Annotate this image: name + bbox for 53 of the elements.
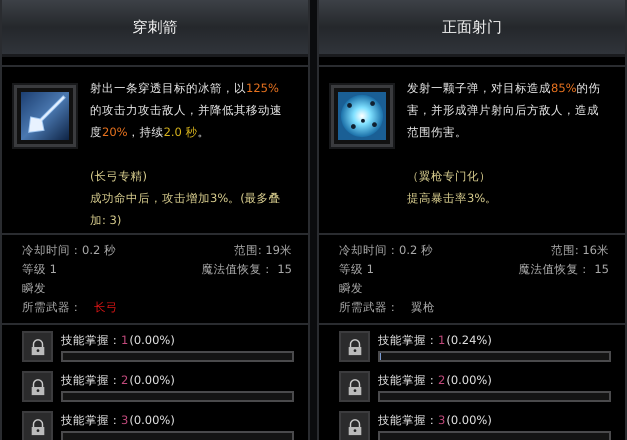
specialization-title: (长弓专精) — [90, 168, 148, 185]
range-text: 范围: 19米 — [234, 242, 292, 259]
mastery-rank: 3 — [438, 413, 446, 427]
mastery-percent: (0.00%) — [446, 373, 492, 387]
mastery-percent: (0.00%) — [129, 413, 175, 427]
specialization-effect: 成功命中后，攻击增加3%。(最多叠加: 3) — [90, 190, 282, 229]
skill-description: 发射一颗子弹，对目标造成85%的伤害，并形成弹片射向后方敌人，造成范围伤害。 — [407, 80, 601, 141]
level-text: 等级 1 — [22, 261, 57, 278]
mastery-rank: 3 — [121, 413, 128, 427]
mastery-label: 技能掌握： — [378, 413, 438, 427]
mana-regen-text: 魔法值恢复： 15 — [202, 261, 292, 278]
padlock-icon — [28, 338, 46, 356]
burst-icon — [338, 92, 386, 140]
weapon-label: 所需武器： — [22, 299, 82, 316]
specialization-title: （翼枪专门化） — [407, 168, 492, 185]
required-weapon: 翼枪 — [411, 299, 435, 316]
lock-button[interactable] — [22, 371, 53, 402]
lock-button[interactable] — [22, 331, 53, 362]
padlock-icon — [346, 418, 364, 436]
padlock-icon — [346, 338, 364, 356]
mastery-rank: 2 — [121, 373, 128, 387]
lock-button[interactable] — [339, 371, 370, 402]
mastery-label: 技能掌握： — [61, 333, 121, 347]
cooldown-text: 冷却时间：0.2 秒 — [22, 242, 116, 259]
weapon-label: 所需武器： — [339, 299, 399, 316]
mastery-label: 技能掌握： — [61, 373, 121, 387]
lock-button[interactable] — [339, 411, 370, 440]
padlock-icon — [346, 378, 364, 396]
mastery-percent: (0.24%) — [446, 333, 492, 347]
cast-type-text: 瞬发 — [339, 280, 363, 297]
skill-title: 正面射门 — [442, 18, 502, 36]
mastery-rank: 1 — [438, 333, 446, 347]
mastery-rank: 2 — [438, 373, 446, 387]
padlock-icon — [28, 378, 46, 396]
mastery-label: 技能掌握： — [378, 333, 438, 347]
skill-description: 射出一条穿透目标的冰箭，以125% 的攻击力攻击敌人，并降低其移动速度20%，持续2.0 秒。 — [90, 80, 283, 141]
lock-button[interactable] — [339, 331, 370, 362]
cast-type-text: 瞬发 — [22, 280, 46, 297]
specialization-effect: 提高暴击率3%。 — [407, 190, 498, 207]
mastery-percent: (0.00%) — [129, 373, 175, 387]
cooldown-text: 冷却时间：0.2 秒 — [339, 242, 433, 259]
mastery-label: 技能掌握： — [61, 413, 121, 427]
mastery-label: 技能掌握： — [378, 373, 438, 387]
mastery-percent: (0.00%) — [129, 333, 175, 347]
mastery-rank: 1 — [121, 333, 128, 347]
skill-title: 穿刺箭 — [132, 18, 178, 36]
range-text: 范围: 16米 — [550, 242, 609, 259]
lock-button[interactable] — [22, 411, 53, 440]
mastery-percent: (0.00%) — [446, 413, 492, 427]
level-text: 等级 1 — [339, 261, 374, 278]
mana-regen-text: 魔法值恢复： 15 — [518, 261, 609, 278]
required-weapon: 长弓 — [94, 299, 118, 316]
padlock-icon — [28, 418, 46, 436]
